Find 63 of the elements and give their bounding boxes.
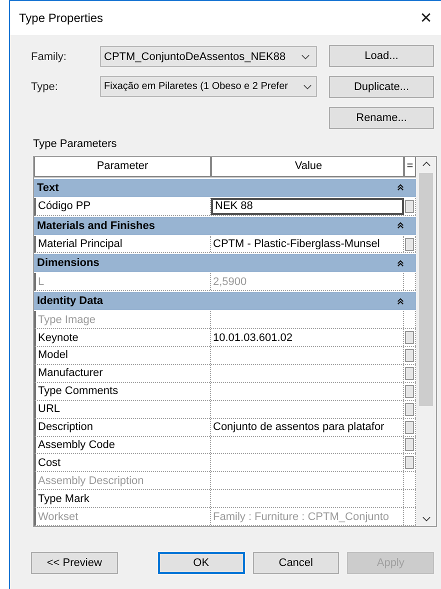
group-header[interactable]: Dimensions <box>34 254 416 272</box>
edit-button[interactable] <box>405 384 414 398</box>
collapse-icon[interactable] <box>397 298 404 305</box>
parameter-name: Assembly Description <box>38 474 144 487</box>
window-title: Type Properties <box>19 11 104 25</box>
field-label: Type: <box>31 80 59 92</box>
edit-button[interactable] <box>405 420 414 434</box>
edit-button[interactable] <box>405 331 414 344</box>
parameter-value: Conjunto de assentos para platafor <box>213 421 384 434</box>
type-dropdown[interactable]: Fixação em Pilaretes (1 Obeso e 2 Prefer <box>100 76 317 97</box>
parameter-name: L <box>38 276 44 288</box>
section-title: Type Parameters <box>33 138 118 152</box>
scroll-down-icon[interactable] <box>422 516 430 522</box>
edit-button[interactable] <box>405 348 414 362</box>
edit-button[interactable] <box>405 200 414 213</box>
edit-button[interactable] <box>405 438 414 452</box>
column-header[interactable]: = <box>404 157 416 177</box>
edit-button[interactable] <box>405 456 414 470</box>
parameter-value: 10.01.03.601.02 <box>213 332 293 344</box>
table-row[interactable]: Keynote 10.01.03.601.02 <box>34 329 416 347</box>
chevron-down-icon[interactable] <box>303 84 312 90</box>
column-header[interactable]: Value <box>211 157 404 177</box>
parameter-name: Keynote <box>38 332 78 344</box>
parameter-name: Type Image <box>38 314 96 326</box>
edit-button[interactable] <box>405 238 414 251</box>
collapse-icon[interactable] <box>397 260 404 267</box>
collapse-icon[interactable] <box>397 184 404 192</box>
scroll-up-icon[interactable] <box>422 161 430 167</box>
value-field[interactable]: NEK 88 <box>211 198 404 215</box>
close-button[interactable]: ✕ <box>411 3 441 33</box>
dialog-button[interactable]: OK <box>158 552 244 574</box>
parameter-name: Código PP <box>38 200 91 212</box>
parameter-value: Family : Furniture : CPTM_Conjunto <box>213 510 390 523</box>
parameter-value: CPTM - Plastic-Fiberglass-Munsel <box>213 238 380 250</box>
parameter-name: Manufacturer <box>38 367 103 380</box>
parameter-name: Type Mark <box>38 492 90 505</box>
parameter-name: Material Principal <box>38 238 122 250</box>
group-header[interactable]: Materials and Finishes <box>34 216 416 235</box>
chevron-down-icon[interactable] <box>301 54 310 60</box>
family-dropdown[interactable]: CPTM_ConjuntoDeAssentos_NEK88 <box>100 46 317 67</box>
collapse-icon[interactable] <box>397 222 404 230</box>
parameter-name: Model <box>38 349 68 362</box>
column-header[interactable]: Parameter <box>34 157 211 177</box>
group-header[interactable]: Identity Data <box>34 292 416 310</box>
dialog-button[interactable]: Rename... <box>329 107 434 129</box>
dialog-button[interactable]: Load... <box>329 45 434 67</box>
dialog-button[interactable]: << Preview <box>31 552 118 574</box>
parameter-name: Description <box>38 421 94 434</box>
parameter-value: NEK 88 <box>215 200 253 212</box>
parameter-name: Type Comments <box>38 385 118 398</box>
table-row[interactable]: Assembly Code <box>34 436 416 454</box>
parameter-name: Workset <box>38 510 78 523</box>
edit-button[interactable] <box>405 366 414 380</box>
field-label: Family: <box>31 50 68 62</box>
dialog-button[interactable]: Cancel <box>252 552 340 574</box>
edit-button[interactable] <box>405 402 414 416</box>
parameter-value: 2,5900 <box>213 276 247 288</box>
parameter-name: Assembly Code <box>38 438 116 451</box>
group-header[interactable]: Text <box>34 178 416 197</box>
parameter-name: URL <box>38 403 60 416</box>
dialog-button[interactable]: Duplicate... <box>329 76 434 98</box>
scrollbar[interactable] <box>416 157 436 526</box>
parameter-name: Cost <box>38 456 61 469</box>
